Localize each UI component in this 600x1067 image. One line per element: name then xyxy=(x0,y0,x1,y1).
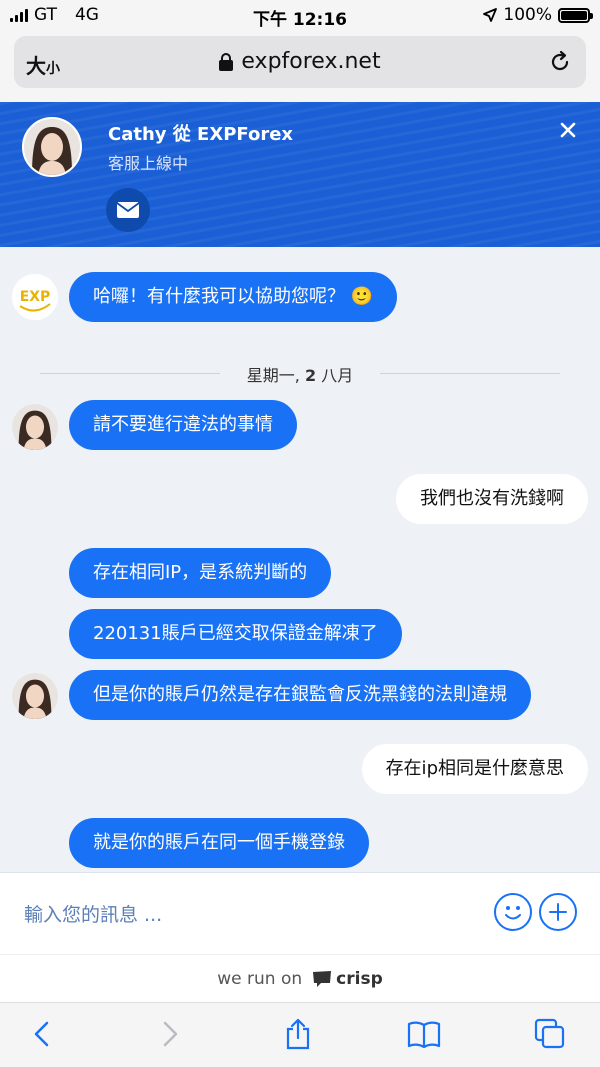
operator-message: 但是你的賬戶仍然是存在銀監會反洗黑錢的法則違規 xyxy=(69,670,531,720)
address-bar[interactable]: 大小 expforex.net xyxy=(14,36,586,88)
lock-icon xyxy=(219,52,234,71)
smiley-icon xyxy=(505,906,521,920)
powered-by-text: we run on xyxy=(217,968,303,989)
battery-icon xyxy=(558,7,593,23)
browser-chrome: 大小 expforex.net xyxy=(0,30,600,102)
mail-icon xyxy=(116,202,140,218)
share-icon[interactable] xyxy=(281,1017,315,1051)
battery-percent: 100% xyxy=(503,5,552,25)
close-icon[interactable] xyxy=(558,120,578,140)
agent-avatar xyxy=(12,673,58,719)
operator-message: 哈囉！有什麼我可以協助您呢？ 🙂 xyxy=(69,272,398,322)
reload-icon[interactable] xyxy=(548,50,572,74)
browser-toolbar xyxy=(0,1002,600,1067)
message-composer: 輸入您的訊息 ... xyxy=(0,872,600,954)
emoji-button[interactable] xyxy=(494,893,532,931)
powered-by[interactable]: we run on crisp xyxy=(0,954,600,1002)
attach-button[interactable] xyxy=(539,893,577,931)
domain-label: expforex.net xyxy=(241,49,381,74)
email-button[interactable] xyxy=(106,188,150,232)
crisp-brand: crisp xyxy=(336,968,383,989)
operator-message: 220131賬戶已經交取保證金解凍了 xyxy=(69,609,402,659)
location-arrow-icon xyxy=(483,8,498,22)
tabs-icon[interactable] xyxy=(533,1017,567,1051)
agent-avatar xyxy=(12,404,58,450)
operator-message: 就是你的賬戶在同一個手機登錄 xyxy=(69,818,369,868)
chat-header: Cathy 從 EXPForex 客服上線中 xyxy=(0,102,600,247)
agent-avatar xyxy=(22,117,82,177)
agent-title: Cathy 從 EXPForex xyxy=(108,124,294,145)
crisp-logo-icon xyxy=(313,970,332,987)
chat-thread[interactable]: EXP 哈囉！有什麼我可以協助您呢？ 🙂 星期一, 2 八月 請不要進行違法的事… xyxy=(0,247,600,872)
back-icon[interactable] xyxy=(26,1017,60,1051)
svg-text:EXP: EXP xyxy=(20,289,51,305)
day-divider: 星期一, 2 八月 xyxy=(40,362,560,386)
forward-icon[interactable] xyxy=(152,1017,186,1051)
agent-status: 客服上線中 xyxy=(108,154,189,173)
user-message: 我們也沒有洗錢啊 xyxy=(396,474,588,524)
plus-icon xyxy=(549,903,567,921)
message-input[interactable]: 輸入您的訊息 ... xyxy=(24,900,162,927)
operator-message: 存在相同IP，是系統判斷的 xyxy=(69,548,332,598)
user-message: 存在ip相同是什麼意思 xyxy=(361,744,588,794)
status-bar: GT 4G 下午 12:16 100% xyxy=(0,0,600,30)
bookmarks-icon[interactable] xyxy=(407,1017,441,1051)
company-logo-avatar: EXP xyxy=(12,274,58,320)
operator-message: 請不要進行違法的事情 xyxy=(69,400,297,450)
